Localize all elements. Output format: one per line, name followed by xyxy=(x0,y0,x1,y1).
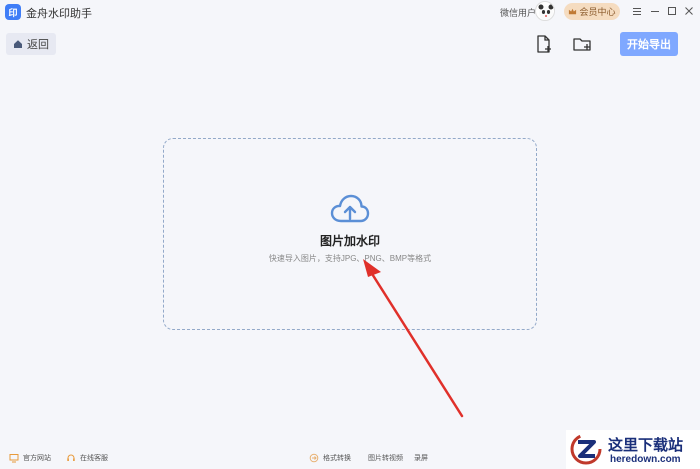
annotation-arrow xyxy=(363,259,464,418)
user-name[interactable]: 微信用户 xyxy=(500,6,536,19)
minimize-icon[interactable] xyxy=(649,4,661,18)
format-convert-label: 格式转换 xyxy=(323,455,351,462)
close-icon[interactable] xyxy=(683,4,695,18)
online-service-label: 在线客服 xyxy=(80,455,108,462)
official-website-label: 官方网站 xyxy=(23,455,51,462)
menu-icon[interactable] xyxy=(631,4,643,18)
online-service-link[interactable]: 在线客服 xyxy=(66,453,108,463)
panda-avatar-icon xyxy=(538,4,554,20)
headset-icon xyxy=(67,454,75,461)
dropzone-subtitle: 快速导入图片，支持JPG、PNG、BMP等格式 xyxy=(268,254,432,263)
back-button[interactable]: 返回 xyxy=(6,33,56,55)
image-to-video-label: 图片转视频 xyxy=(368,455,403,462)
crown-icon xyxy=(569,8,577,15)
add-folder-icon[interactable] xyxy=(572,34,592,54)
format-convert-link[interactable]: 格式转换 xyxy=(309,453,351,463)
monitor-icon xyxy=(9,454,19,463)
app-logo: 印 xyxy=(5,4,21,20)
add-file-icon[interactable] xyxy=(534,34,554,54)
z-logo-icon xyxy=(570,433,602,465)
site-watermark: 这里下载站 heredown.com xyxy=(566,430,700,469)
vip-center-button[interactable]: 会员中心 xyxy=(564,3,620,20)
convert-icon xyxy=(309,453,319,463)
back-label: 返回 xyxy=(27,39,49,51)
maximize-icon[interactable] xyxy=(666,4,678,18)
screen-record-link[interactable]: 录屏 xyxy=(414,453,428,463)
watermark-en-text: heredown.com xyxy=(610,454,681,465)
watermark-cn-text: 这里下载站 xyxy=(608,436,684,454)
title-bar: 印 金舟水印助手 微信用户 会员中心 xyxy=(0,0,700,24)
home-icon xyxy=(14,40,22,48)
vip-label: 会员中心 xyxy=(579,7,616,17)
image-to-video-link[interactable]: 图片转视频 xyxy=(368,453,403,463)
cloud-upload-icon xyxy=(330,194,370,223)
official-website-link[interactable]: 官方网站 xyxy=(9,453,51,463)
dropzone-title: 图片加水印 xyxy=(319,234,380,248)
app-title: 金舟水印助手 xyxy=(26,8,92,20)
start-export-button[interactable]: 开始导出 xyxy=(620,32,678,56)
screen-record-label: 录屏 xyxy=(414,455,428,462)
avatar[interactable] xyxy=(535,1,555,21)
